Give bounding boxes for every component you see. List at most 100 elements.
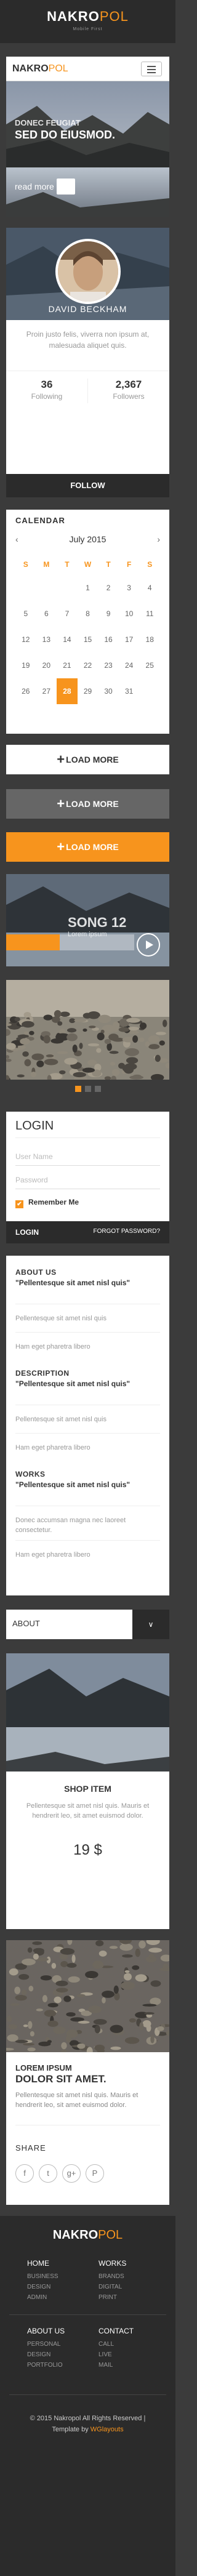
google-plus-icon[interactable]: g+ xyxy=(62,2164,81,2183)
calendar-day[interactable]: 4 xyxy=(139,575,160,601)
calendar-day[interactable]: 21 xyxy=(57,652,78,678)
calendar-day[interactable]: 19 xyxy=(15,652,36,678)
calendar-day[interactable]: 8 xyxy=(78,601,98,627)
footer-link[interactable]: PRINT xyxy=(98,2292,166,2303)
load-more-button-gray[interactable]: + LOAD MORE xyxy=(6,789,169,819)
calendar-next-button[interactable]: › xyxy=(157,534,160,544)
footer-link[interactable]: DESIGN xyxy=(27,2349,95,2360)
shop-item-description: Pellentesque sit amet nisl quis. Mauris … xyxy=(26,1802,150,1820)
calendar-day[interactable]: 14 xyxy=(57,627,78,652)
calendar-day[interactable]: 24 xyxy=(119,652,140,678)
password-input[interactable] xyxy=(15,1171,160,1189)
pager-dot[interactable] xyxy=(74,1086,81,1092)
about-dropdown[interactable]: ABOUT ∨ xyxy=(6,1610,169,1639)
calendar-day[interactable]: 30 xyxy=(98,678,119,704)
article-image[interactable] xyxy=(6,1940,169,2052)
pebble xyxy=(82,1067,95,1073)
calendar-day[interactable]: 22 xyxy=(78,652,98,678)
footer-link[interactable]: LIVE xyxy=(98,2349,166,2360)
remember-me-checkbox[interactable]: ✔ Remember Me xyxy=(15,1198,79,1208)
follow-button[interactable]: FOLLOW xyxy=(6,474,169,497)
calendar-day[interactable]: 15 xyxy=(78,627,98,652)
song-progress-fill xyxy=(6,934,60,950)
play-button[interactable] xyxy=(137,933,160,957)
footer-link[interactable]: DIGITAL xyxy=(98,2282,166,2292)
calendar-day[interactable]: 7 xyxy=(57,601,78,627)
pager-dot[interactable] xyxy=(84,1086,91,1092)
footer-link[interactable]: BUSINESS xyxy=(27,2271,95,2282)
navbar: NAKROPOL xyxy=(6,57,169,81)
footer-logo[interactable]: NAKROPOL xyxy=(0,2228,175,2242)
footer-link[interactable]: PERSONAL xyxy=(27,2339,95,2349)
pebble xyxy=(15,2039,28,2044)
site-logo[interactable]: NAKROPOL xyxy=(0,9,175,25)
profile-avatar[interactable] xyxy=(55,239,121,304)
calendar-day[interactable]: 31 xyxy=(119,678,140,704)
pebble xyxy=(142,2004,157,2007)
footer-link[interactable]: MAIL xyxy=(98,2360,166,2370)
footer-link[interactable]: DESIGN xyxy=(27,2282,95,2292)
calendar-day[interactable]: 12 xyxy=(15,627,36,652)
navbar-logo[interactable]: NAKROPOL xyxy=(12,63,68,74)
footer-link[interactable]: ADMIN xyxy=(27,2292,95,2303)
pager-dot[interactable] xyxy=(94,1086,101,1092)
load-more-button-white[interactable]: + LOAD MORE xyxy=(6,745,169,774)
calendar-day[interactable]: 26 xyxy=(15,678,36,704)
read-more-arrow-button[interactable] xyxy=(57,179,75,195)
footer-heading[interactable]: CONTACT xyxy=(98,2327,166,2335)
calendar-day[interactable]: 23 xyxy=(98,652,119,678)
read-more-link[interactable]: read more xyxy=(15,182,54,191)
stat-following[interactable]: 36 Following xyxy=(6,379,87,401)
hero-caption-line2: SED DO EIUSMOD. xyxy=(15,129,116,141)
username-input[interactable] xyxy=(15,1147,160,1166)
footer-link[interactable]: PORTFOLIO xyxy=(27,2360,95,2370)
calendar-day[interactable]: 9 xyxy=(98,601,119,627)
pebble xyxy=(144,2012,155,2015)
footer-link[interactable]: BRANDS xyxy=(98,2271,166,2282)
calendar-day[interactable]: 20 xyxy=(36,652,57,678)
calendar-day[interactable]: 6 xyxy=(36,601,57,627)
calendar-day[interactable]: 27 xyxy=(36,678,57,704)
footer-link[interactable]: CALL xyxy=(98,2339,166,2349)
calendar-day[interactable]: 11 xyxy=(139,601,160,627)
calendar-day[interactable]: 17 xyxy=(119,627,140,652)
calendar-day[interactable]: 1 xyxy=(78,575,98,601)
forgot-password-link[interactable]: FORGOT PASSWORD? xyxy=(93,1228,160,1235)
calendar-day-today[interactable]: 28 xyxy=(57,678,78,704)
hamburger-menu-button[interactable] xyxy=(141,62,162,76)
song-progress-bar[interactable] xyxy=(6,934,134,950)
calendar-day[interactable]: 13 xyxy=(36,627,57,652)
calendar-day[interactable]: 10 xyxy=(119,601,140,627)
calendar-day[interactable]: 18 xyxy=(139,627,160,652)
calendar-day[interactable]: 3 xyxy=(119,575,140,601)
load-more-button-orange[interactable]: + LOAD MORE xyxy=(6,832,169,862)
footer-heading[interactable]: HOME xyxy=(27,2259,95,2268)
shop-item-image[interactable] xyxy=(6,1653,169,1772)
gallery-image-pebbles[interactable] xyxy=(6,980,169,1080)
pebble xyxy=(105,1025,110,1030)
calendar-day[interactable]: 2 xyxy=(98,575,119,601)
pebble xyxy=(135,1974,147,1982)
calendar-day[interactable]: 5 xyxy=(15,601,36,627)
pebble xyxy=(43,1014,53,1021)
pebble xyxy=(110,2024,124,2033)
login-button[interactable]: LOGIN xyxy=(15,1228,39,1237)
pebble xyxy=(102,1991,115,1998)
pebble xyxy=(36,2008,44,2012)
calendar-day[interactable]: 29 xyxy=(78,678,98,704)
twitter-icon[interactable]: t xyxy=(39,2164,57,2183)
hero-slider: DONEC FEUGIAT SED DO EIUSMOD. read more xyxy=(6,81,169,217)
pebble xyxy=(108,1033,119,1041)
pinterest-icon[interactable]: P xyxy=(86,2164,104,2183)
footer-heading[interactable]: ABOUT US xyxy=(27,2327,95,2335)
pebble xyxy=(155,1054,161,1062)
stat-followers[interactable]: 2,367 Followers xyxy=(88,379,169,401)
pebble xyxy=(9,1968,18,1976)
template-brand-link[interactable]: WGlayouts xyxy=(90,2426,124,2433)
calendar-day[interactable]: 25 xyxy=(139,652,160,678)
pebble xyxy=(31,1053,44,1061)
chevron-down-icon[interactable]: ∨ xyxy=(132,1610,169,1639)
facebook-icon[interactable]: f xyxy=(15,2164,34,2183)
footer-heading[interactable]: WORKS xyxy=(98,2259,166,2268)
calendar-day[interactable]: 16 xyxy=(98,627,119,652)
